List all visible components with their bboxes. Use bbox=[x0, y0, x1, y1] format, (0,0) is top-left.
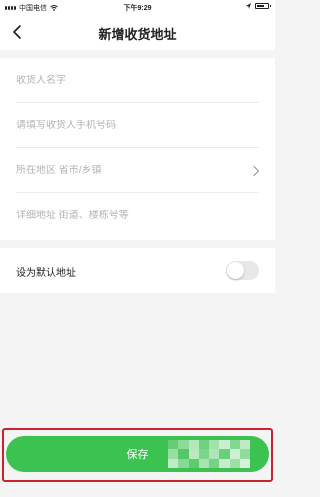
detail-address-row bbox=[16, 193, 259, 238]
region-input[interactable] bbox=[16, 164, 259, 176]
chevron-left-icon[interactable] bbox=[8, 22, 28, 42]
region-row[interactable] bbox=[16, 148, 260, 193]
recipient-phone-input[interactable] bbox=[16, 119, 259, 131]
status-bar: 中国电信 下午9:29 bbox=[0, 0, 275, 14]
page-title: 新增收货地址 bbox=[98, 27, 177, 42]
default-address-toggle[interactable] bbox=[226, 261, 259, 280]
recipient-name-row bbox=[16, 58, 259, 103]
status-right bbox=[246, 3, 271, 9]
detail-address-input[interactable] bbox=[16, 210, 259, 221]
location-icon bbox=[246, 3, 251, 9]
address-form bbox=[0, 58, 275, 240]
chevron-right-icon bbox=[253, 165, 260, 177]
recipient-name-input[interactable] bbox=[16, 74, 259, 86]
watermark-mosaic bbox=[168, 440, 250, 468]
status-time: 下午9:29 bbox=[123, 5, 152, 12]
recipient-phone-row bbox=[16, 103, 259, 148]
default-address-row: 设为默认地址 bbox=[0, 248, 275, 293]
nav-bar: 新增收货地址 bbox=[0, 14, 275, 50]
default-address-label: 设为默认地址 bbox=[16, 268, 76, 279]
toggle-knob bbox=[227, 262, 244, 279]
add-address-screen: 中国电信 下午9:29 新增收货地址 收货人名字 请填写收货人手机号码 所在地区… bbox=[0, 0, 275, 497]
battery-icon bbox=[255, 3, 271, 9]
